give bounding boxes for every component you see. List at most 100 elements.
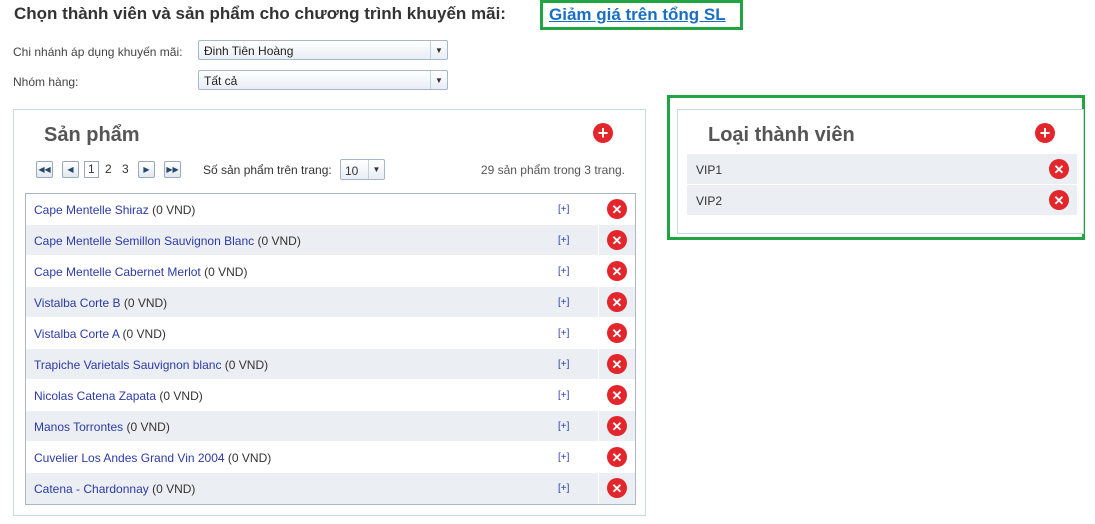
remove-cell: ✕ — [598, 287, 636, 318]
table-row: Cuvelier Los Andes Grand Vin 2004 (0 VND… — [26, 442, 635, 473]
remove-product-icon[interactable]: ✕ — [607, 478, 627, 498]
product-name-cell: Nicolas Catena Zapata (0 VND) — [34, 389, 203, 403]
expand-product-link[interactable]: [+] — [558, 359, 569, 370]
product-link[interactable]: Cape Mentelle Shiraz — [34, 203, 149, 217]
per-page-value: 10 — [345, 164, 359, 178]
remove-product-icon[interactable]: ✕ — [607, 385, 627, 405]
expand-product-link[interactable]: [+] — [558, 390, 569, 401]
remove-cell: ✕ — [598, 473, 636, 504]
product-link[interactable]: Trapiche Varietals Sauvignon blanc — [34, 358, 221, 372]
table-row: Cape Mentelle Shiraz (0 VND) [+] ✕ — [26, 194, 635, 225]
remove-member-icon[interactable]: ✕ — [1049, 159, 1069, 179]
first-page-icon[interactable]: ◀◀ — [36, 161, 53, 178]
product-name-cell: Vistalba Corte A (0 VND) — [34, 327, 166, 341]
remove-cell: ✕ — [598, 411, 636, 442]
add-product-icon[interactable]: + — [593, 123, 613, 143]
remove-cell: ✕ — [598, 256, 636, 287]
remove-product-icon[interactable]: ✕ — [607, 323, 627, 343]
product-name-cell: Manos Torrontes (0 VND) — [34, 420, 170, 434]
table-row: Cape Mentelle Semillon Sauvignon Blanc (… — [26, 225, 635, 256]
product-name-cell: Trapiche Varietals Sauvignon blanc (0 VN… — [34, 358, 268, 372]
remove-product-icon[interactable]: ✕ — [607, 230, 627, 250]
prev-page-icon[interactable]: ◀ — [62, 161, 79, 178]
branch-select[interactable]: Đinh Tiên Hoàng ▼ — [198, 40, 448, 60]
member-type-name: VIP2 — [696, 194, 723, 208]
products-panel: Sản phẩm + ◀◀ ◀ 1 2 3 ▶ ▶▶ Số sản phẩm t… — [13, 109, 646, 516]
member-type-name: VIP1 — [696, 163, 723, 177]
chevron-down-icon: ▼ — [368, 160, 384, 179]
remove-product-icon[interactable]: ✕ — [607, 199, 627, 219]
product-link[interactable]: Manos Torrontes — [34, 420, 123, 434]
product-price: (0 VND) — [122, 327, 166, 341]
product-link[interactable]: Cuvelier Los Andes Grand Vin 2004 — [34, 451, 225, 465]
remove-product-icon[interactable]: ✕ — [607, 416, 627, 436]
table-row: Nicolas Catena Zapata (0 VND) [+] ✕ — [26, 380, 635, 411]
remove-cell: ✕ — [598, 194, 636, 225]
product-price: (0 VND) — [152, 203, 196, 217]
remove-cell: ✕ — [598, 380, 636, 411]
expand-product-link[interactable]: [+] — [558, 235, 569, 246]
product-price: (0 VND) — [227, 451, 272, 465]
product-name-cell: Cape Mentelle Semillon Sauvignon Blanc (… — [34, 234, 301, 248]
next-page-icon[interactable]: ▶ — [138, 161, 155, 178]
product-link[interactable]: Catena - Chardonnay — [34, 482, 149, 496]
page-number-1[interactable]: 1 — [84, 161, 99, 178]
expand-product-link[interactable]: [+] — [558, 297, 569, 308]
product-price: (0 VND) — [204, 265, 248, 279]
table-row: Catena - Chardonnay (0 VND) [+] ✕ — [26, 473, 635, 504]
last-page-icon[interactable]: ▶▶ — [164, 161, 181, 178]
remove-member-icon[interactable]: ✕ — [1049, 190, 1069, 210]
product-table: Cape Mentelle Shiraz (0 VND) [+] ✕ Cape Men… — [25, 193, 636, 505]
expand-product-link[interactable]: [+] — [558, 421, 569, 432]
remove-product-icon[interactable]: ✕ — [607, 354, 627, 374]
branch-select-value: Đinh Tiên Hoàng — [204, 44, 294, 58]
product-price: (0 VND) — [152, 482, 196, 496]
remove-product-icon[interactable]: ✕ — [607, 292, 627, 312]
per-page-select[interactable]: 10 ▼ — [340, 159, 385, 180]
product-link[interactable]: Cape Mentelle Cabernet Merlot — [34, 265, 201, 279]
page-number-3[interactable]: 3 — [122, 162, 129, 176]
per-page-label: Số sản phẩm trên trang: — [203, 163, 332, 177]
product-price: (0 VND) — [257, 234, 301, 248]
group-select-value: Tất cả — [204, 74, 238, 88]
expand-product-link[interactable]: [+] — [558, 483, 569, 494]
chevron-down-icon: ▼ — [430, 71, 447, 89]
product-price: (0 VND) — [126, 420, 170, 434]
expand-product-link[interactable]: [+] — [558, 266, 569, 277]
page-number-2[interactable]: 2 — [105, 162, 112, 176]
promo-type-link[interactable]: Giảm giá trên tổng SL — [549, 5, 726, 25]
page-title: Chọn thành viên và sản phẩm cho chương t… — [14, 4, 506, 23]
product-price: (0 VND) — [224, 358, 269, 372]
list-item: VIP1 ✕ — [687, 154, 1077, 184]
list-item: VIP2 ✕ — [687, 185, 1077, 215]
table-row: Vistalba Corte B (0 VND) [+] ✕ — [26, 287, 635, 318]
product-name-cell: Cape Mentelle Cabernet Merlot (0 VND) — [34, 265, 247, 279]
product-price: (0 VND) — [159, 389, 203, 403]
group-select[interactable]: Tất cả ▼ — [198, 70, 448, 90]
remove-product-icon[interactable]: ✕ — [607, 447, 627, 467]
product-link[interactable]: Vistalba Corte A — [34, 327, 119, 341]
product-name-cell: Cuvelier Los Andes Grand Vin 2004 (0 VND… — [34, 451, 271, 465]
product-name-cell: Cape Mentelle Shiraz (0 VND) — [34, 203, 195, 217]
table-row: Trapiche Varietals Sauvignon blanc (0 VN… — [26, 349, 635, 380]
group-label: Nhóm hàng: — [13, 75, 79, 89]
expand-product-link[interactable]: [+] — [558, 204, 569, 215]
remove-product-icon[interactable]: ✕ — [607, 261, 627, 281]
product-link[interactable]: Vistalba Corte B — [34, 296, 121, 310]
expand-product-link[interactable]: [+] — [558, 328, 569, 339]
table-row: Manos Torrontes (0 VND) [+] ✕ — [26, 411, 635, 442]
table-row: Vistalba Corte A (0 VND) [+] ✕ — [26, 318, 635, 349]
members-panel: Loại thành viên + VIP1 ✕ VIP2 ✕ — [677, 109, 1084, 234]
members-title: Loại thành viên — [708, 124, 855, 146]
product-link[interactable]: Nicolas Catena Zapata — [34, 389, 156, 403]
product-link[interactable]: Cape Mentelle Semillon Sauvignon Blanc — [34, 234, 254, 248]
chevron-down-icon: ▼ — [430, 41, 447, 59]
product-price: (0 VND) — [123, 296, 168, 310]
add-member-icon[interactable]: + — [1035, 123, 1055, 143]
expand-product-link[interactable]: [+] — [558, 452, 569, 463]
product-name-cell: Catena - Chardonnay (0 VND) — [34, 482, 195, 496]
remove-cell: ✕ — [598, 442, 636, 473]
products-title: Sản phẩm — [44, 124, 140, 146]
promo-highlight-box: Giảm giá trên tổng SL — [540, 0, 743, 30]
remove-cell: ✕ — [598, 318, 636, 349]
